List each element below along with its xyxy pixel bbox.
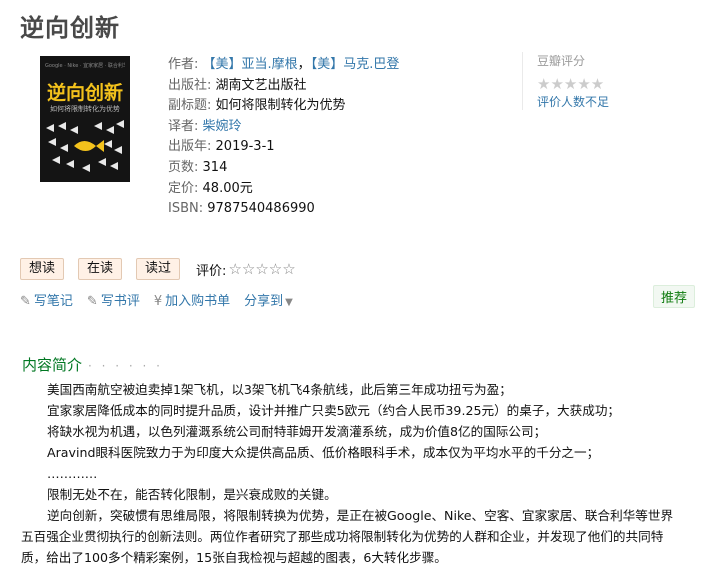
price-row: 定价: 48.00元 [168, 179, 399, 200]
intro-dots: · · · · · · [88, 359, 163, 373]
translator-label: 译者: [168, 118, 199, 134]
cover-fish-illustration [46, 120, 124, 172]
write-note-label: 写笔记 [33, 294, 73, 309]
isbn-label: ISBN: [168, 201, 204, 217]
share-label: 分享到 [244, 294, 284, 309]
cover-top-line: Google · Nike · 宜家家居 · 联合利华 · 美国西南航空 [45, 63, 125, 69]
cover-subtitle: 如何将限制转化为优势 [50, 105, 120, 113]
translator-row: 译者: 柴婉玲 [168, 117, 399, 138]
author-link-2[interactable]: 【美】马克.巴登 [311, 57, 400, 72]
share-link[interactable]: 分享到 ▼ [244, 290, 296, 309]
book-info: 作者: 【美】亚当.摩根，【美】马克.巴登 出版社: 湖南文艺出版社 副标题: … [168, 55, 399, 220]
publisher-label: 出版社: [168, 77, 212, 93]
rating-note[interactable]: 评价人数不足 [537, 93, 667, 110]
intro-section-title: 内容简介 · · · · · · [22, 354, 163, 375]
intro-paragraph: 五百强企业贯彻执行的创新法则。两位作者研究了那些成功将限制转化为优势的人群和企业… [21, 529, 664, 544]
intro-paragraph: 限制无处不在，能否转化限制，是兴衰成败的关键。 [47, 487, 337, 502]
yen-icon: ¥ [153, 294, 163, 309]
intro-title: 内容简介 [22, 356, 83, 374]
book-cover[interactable]: Google · Nike · 宜家家居 · 联合利华 · 美国西南航空 逆向创… [40, 56, 130, 182]
reading-actions: 想读 在读 读过 评价: ☆☆☆☆☆ [20, 258, 296, 280]
intro-paragraph: 宜家家居降低成本的同时提升品质，设计并推广只卖5欧元（约合人民币39.25元）的… [47, 403, 621, 418]
subtitle-label: 副标题: [168, 98, 212, 114]
write-review-link[interactable]: ✎ 写书评 [87, 290, 140, 309]
add-cart-label: 加入购书单 [165, 294, 231, 309]
pencil-icon: ✎ [86, 294, 98, 309]
intro-paragraph: ………… [47, 466, 98, 481]
year-label: 出版年: [168, 139, 212, 155]
year-value: 2019-3-1 [215, 139, 275, 155]
subtitle-row: 副标题: 如何将限制转化为优势 [168, 96, 399, 117]
intro-paragraph: 将缺水视为机遇，以色列灌溉系统公司耐特菲姆开发滴灌系统，成为价值8亿的国际公司； [47, 424, 547, 439]
rate-stars[interactable]: ☆☆☆☆☆ [228, 260, 295, 278]
intro-paragraph: 美国西南航空被迫卖掉1架飞机，以3架飞机飞4条航线，此后第三年成功扭亏为盈； [47, 382, 512, 397]
isbn-value: 9787540486990 [207, 201, 315, 217]
price-label: 定价: [168, 180, 199, 196]
publisher-value: 湖南文艺出版社 [215, 77, 307, 93]
rating-stars: ★★★★★ [537, 75, 605, 93]
rate-label: 评价: [196, 263, 227, 279]
rating-title: 豆瓣评分 [537, 54, 586, 68]
publisher-row: 出版社: 湖南文艺出版社 [168, 76, 399, 97]
intro-content: 美国西南航空被迫卖掉1架飞机，以3架飞机飞4条航线，此后第三年成功扭亏为盈； 宜… [21, 379, 692, 568]
cover-title: 逆向创新 [46, 82, 123, 104]
year-row: 出版年: 2019-3-1 [168, 137, 399, 158]
isbn-row: ISBN: 9787540486990 [168, 199, 399, 220]
translator-link[interactable]: 柴婉玲 [203, 119, 242, 134]
pages-label: 页数: [168, 159, 199, 175]
write-review-label: 写书评 [100, 294, 140, 309]
page-title: 逆向创新 [20, 14, 120, 42]
recommend-button[interactable]: 推荐 [652, 285, 695, 308]
price-value: 48.00元 [202, 180, 253, 196]
read-button[interactable]: 读过 [136, 258, 181, 280]
pages-row: 页数: 314 [168, 158, 399, 179]
want-to-read-button[interactable]: 想读 [20, 258, 65, 280]
intro-paragraph: 质，给出了100多个精彩案例，15张自我检视与超越的图表，6大转化步骤。 [21, 550, 447, 565]
author-label: 作者: [168, 57, 199, 72]
write-note-link[interactable]: ✎ 写笔记 [20, 290, 73, 309]
chevron-down-icon: ▼ [285, 297, 293, 308]
intro-paragraph: Aravind眼科医院致力于为印度大众提供高品质、低价格眼科手术，成本仅为平均水… [47, 445, 600, 460]
action-links: ✎ 写笔记 ✎ 写书评 ¥ 加入购书单 分享到 ▼ [20, 290, 310, 309]
author-link-1[interactable]: 【美】亚当.摩根 [203, 57, 298, 72]
rating-box: 豆瓣评分 ★★★★★ 评价人数不足 [522, 52, 667, 110]
author-row: 作者: 【美】亚当.摩根，【美】马克.巴登 [168, 55, 399, 76]
pencil-icon: ✎ [20, 294, 31, 309]
add-cart-link[interactable]: ¥ 加入购书单 [154, 290, 230, 309]
reading-button[interactable]: 在读 [78, 258, 123, 280]
author-separator: ， [297, 57, 311, 72]
subtitle-value: 如何将限制转化为优势 [215, 98, 346, 114]
intro-paragraph: 逆向创新，突破惯有思维局限，将限制转换为优势，是正在被Google、Nike、空… [47, 508, 674, 523]
pages-value: 314 [202, 159, 228, 175]
